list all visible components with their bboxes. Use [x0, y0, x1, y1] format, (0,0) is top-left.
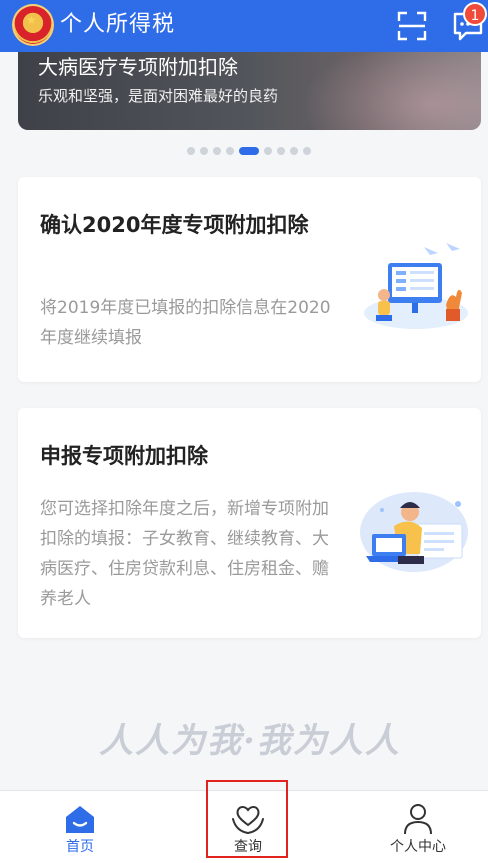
- person-laptop-illustration: [360, 492, 468, 572]
- nav-label: 个人中心: [390, 839, 446, 855]
- card-description: 您可选择扣除年度之后，新增专项附加扣除的填报：子女教育、继续教育、大病医疗、住房…: [40, 499, 329, 609]
- carousel-dot[interactable]: [264, 147, 272, 155]
- card-title: 申报专项附加扣除: [40, 444, 208, 468]
- nav-label: 首页: [66, 839, 94, 855]
- carousel-dot[interactable]: [226, 147, 234, 155]
- banner-image: [291, 52, 481, 130]
- message-badge: 1: [463, 2, 487, 26]
- banner-carousel[interactable]: 大病医疗专项附加扣除 乐观和坚强，是面对困难最好的良药: [18, 52, 481, 130]
- carousel-dot[interactable]: [303, 147, 311, 155]
- confirm-deduction-card[interactable]: 确认2020年度专项附加扣除 将2019年度已填报的扣除信息在2020年度继续填…: [18, 177, 481, 382]
- declare-deduction-card[interactable]: 申报专项附加扣除 您可选择扣除年度之后，新增专项附加扣除的填报：子女教育、继续教…: [18, 408, 481, 638]
- scan-button[interactable]: [396, 10, 428, 42]
- carousel-dot[interactable]: [290, 147, 298, 155]
- card-description: 将2019年度已填报的扣除信息在2020年度继续填报: [40, 298, 331, 348]
- carousel-dot[interactable]: [200, 147, 208, 155]
- person-icon: [404, 804, 432, 835]
- carousel-dot[interactable]: [213, 147, 221, 155]
- scan-icon: [397, 11, 427, 41]
- banner-title: 大病医疗专项附加扣除: [38, 55, 238, 79]
- app-title: 个人所得税: [60, 12, 176, 37]
- national-emblem-logo: ★: [12, 4, 54, 46]
- nav-item-personal-center[interactable]: 个人中心: [378, 791, 458, 863]
- computer-illustration: [364, 243, 468, 329]
- slogan: 人人为我·我为人人: [90, 716, 410, 776]
- carousel-dot-active[interactable]: [239, 147, 259, 155]
- banner-subtitle: 乐观和坚强，是面对困难最好的良药: [38, 87, 279, 105]
- slogan-text: 人人为我·我为人人: [99, 721, 401, 761]
- carousel-dot[interactable]: [277, 147, 285, 155]
- nav-item-home[interactable]: 首页: [40, 791, 120, 863]
- app-header: ★ 个人所得税 1: [0, 0, 488, 52]
- card-title: 确认2020年度专项附加扣除: [40, 213, 309, 237]
- highlight-box: [206, 780, 288, 858]
- carousel-dot[interactable]: [187, 147, 195, 155]
- home-icon: [66, 806, 94, 833]
- carousel-indicator: [187, 146, 311, 156]
